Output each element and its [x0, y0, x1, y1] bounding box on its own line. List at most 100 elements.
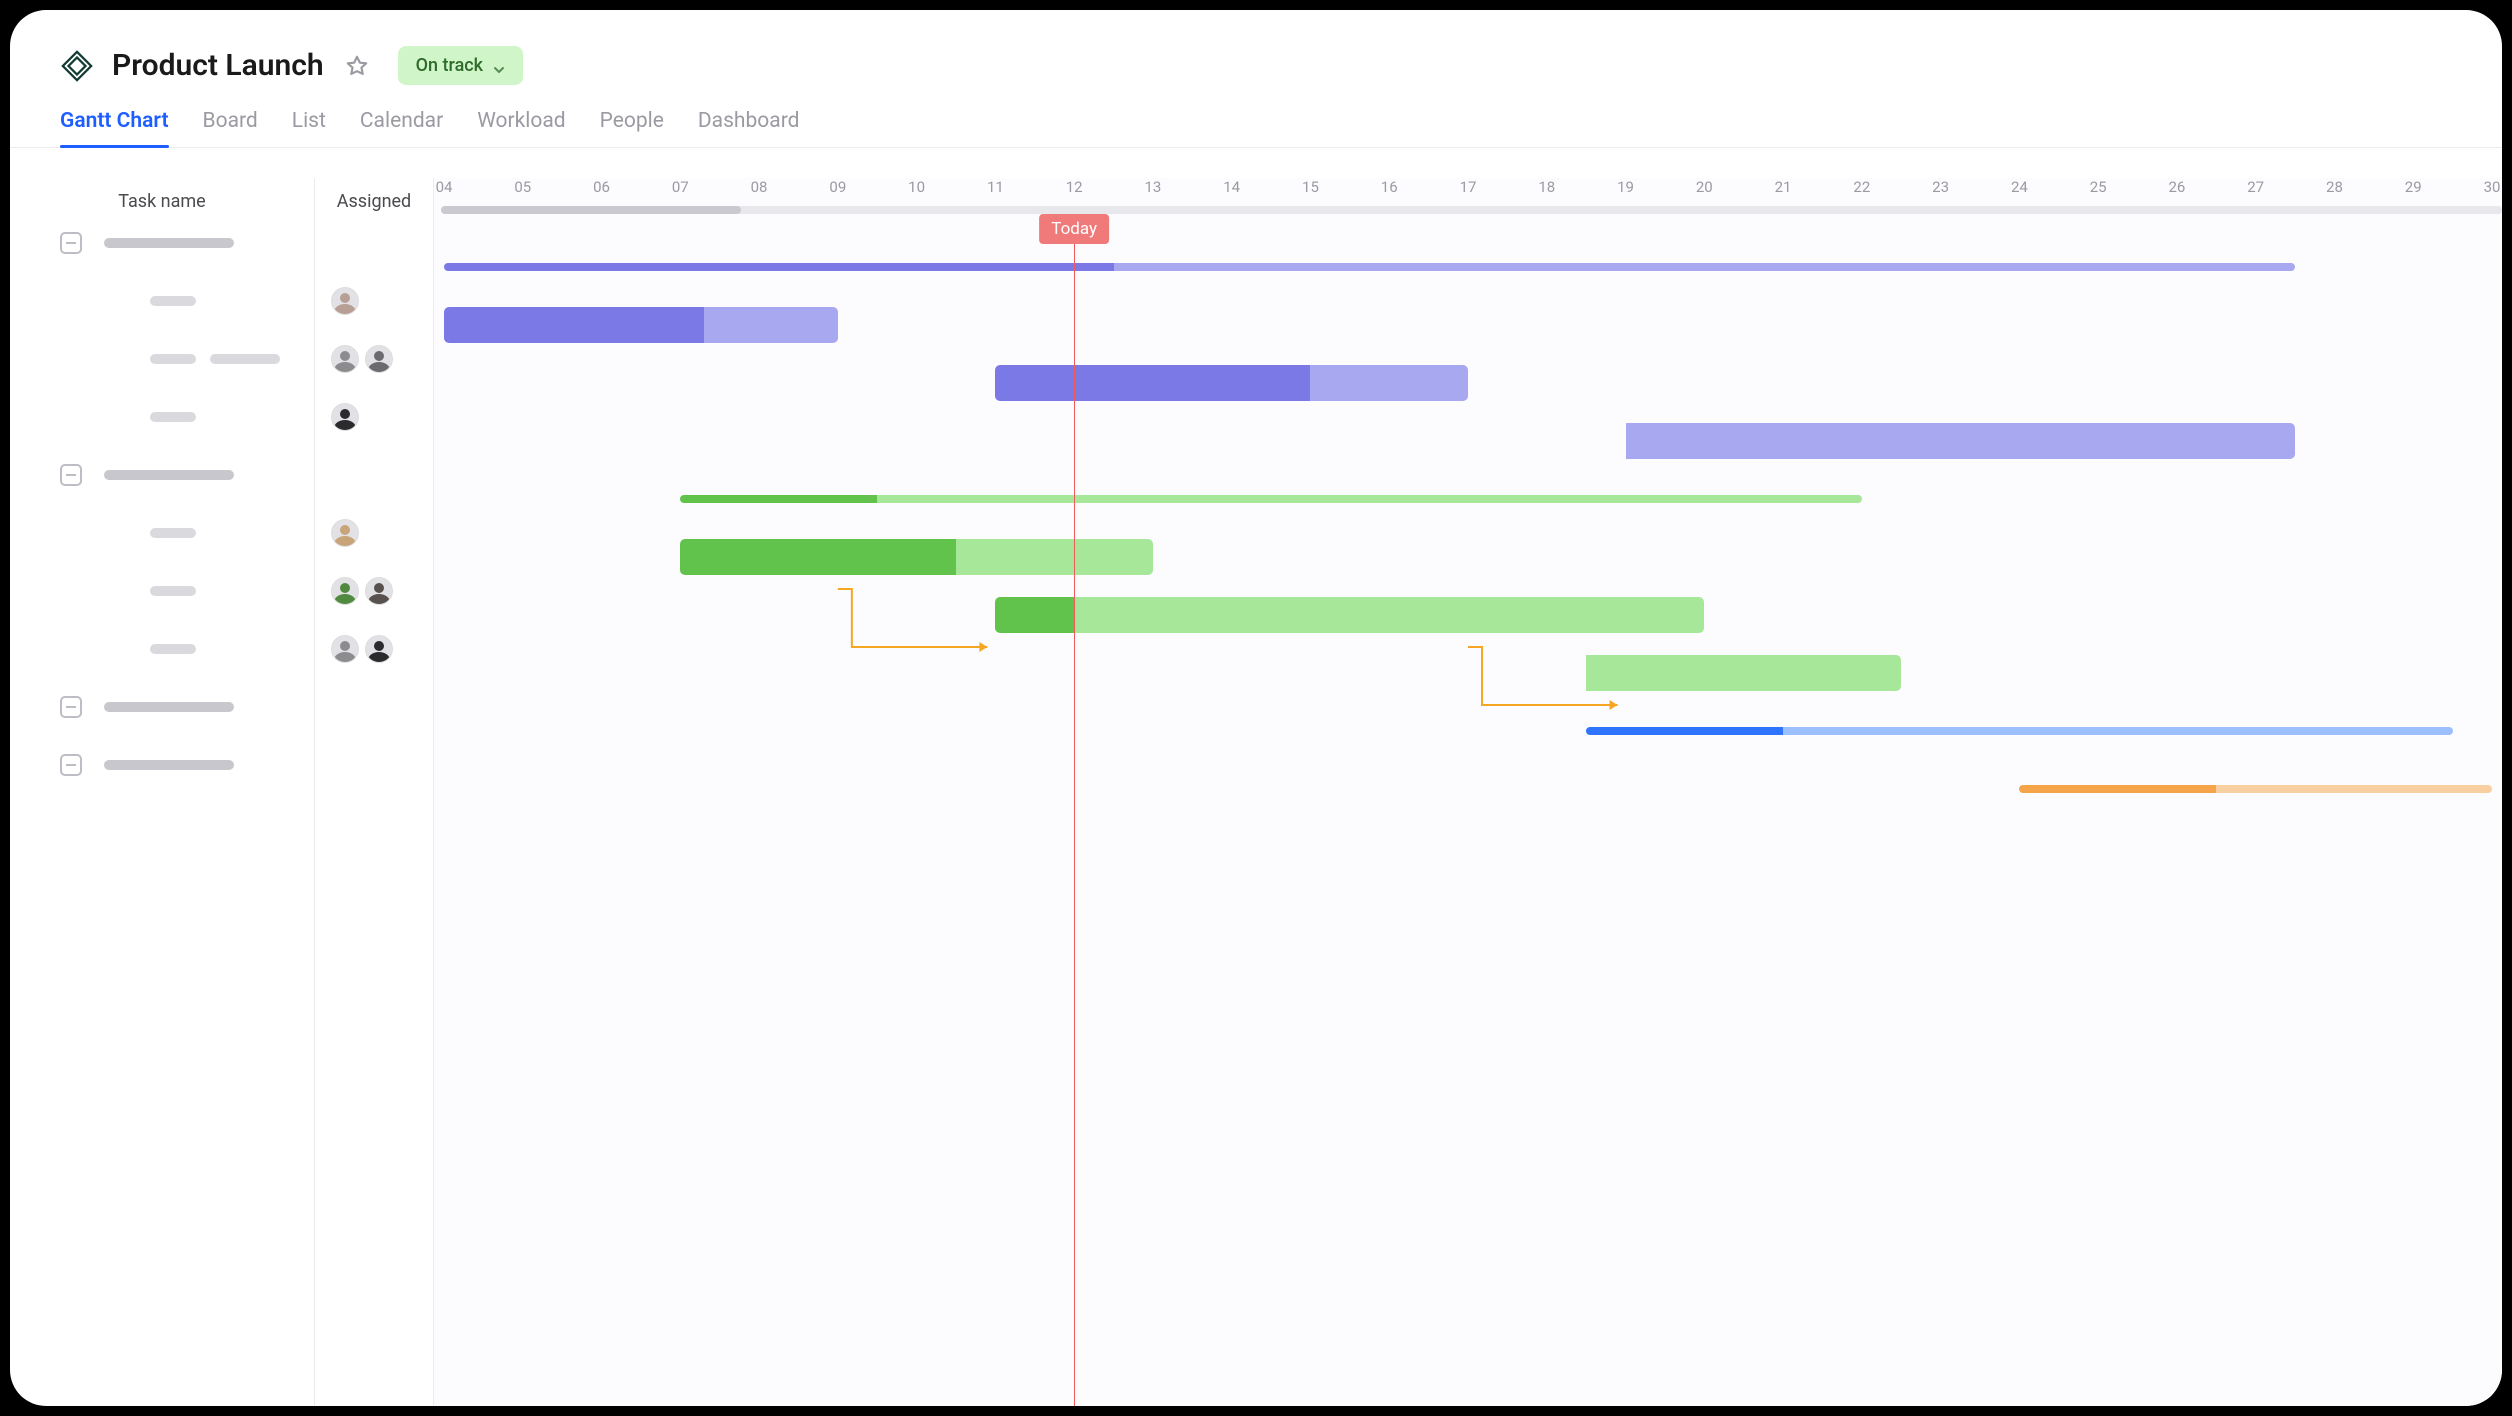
date-label: 07	[672, 178, 689, 198]
assigned-header: Assigned	[315, 178, 433, 214]
avatar[interactable]	[331, 287, 359, 315]
tab-gantt[interactable]: Gantt Chart	[60, 109, 169, 147]
task-row[interactable]	[10, 330, 314, 388]
avatar[interactable]	[331, 345, 359, 373]
timeline-scrollbar-track[interactable]	[441, 206, 2502, 214]
bar-remaining	[1586, 655, 1901, 691]
task-row[interactable]	[10, 562, 314, 620]
date-label: 25	[2090, 178, 2107, 198]
task-name-header: Task name	[10, 178, 314, 214]
task-bar[interactable]	[1586, 655, 1901, 691]
date-label: 11	[987, 178, 1004, 198]
bar-remaining	[2216, 785, 2492, 793]
date-label: 23	[1932, 178, 1949, 198]
task-bar[interactable]	[444, 307, 838, 343]
date-label: 04	[436, 178, 453, 198]
bar-progress	[680, 495, 877, 503]
date-label: 12	[1066, 178, 1083, 198]
assignee-cell[interactable]	[315, 272, 433, 330]
task-name-placeholder	[210, 354, 280, 364]
status-label: On track	[416, 55, 483, 76]
assignee-cell[interactable]	[315, 620, 433, 678]
group-row[interactable]	[10, 446, 314, 504]
tab-people[interactable]: People	[600, 109, 664, 147]
avatar[interactable]	[331, 403, 359, 431]
task-name-placeholder	[150, 644, 196, 654]
summary-bar[interactable]	[2019, 785, 2492, 793]
task-bar[interactable]	[995, 597, 1704, 633]
chevron-down-icon	[493, 60, 505, 72]
collapse-toggle[interactable]	[60, 696, 82, 718]
task-row[interactable]	[10, 388, 314, 446]
task-bar[interactable]	[995, 365, 1468, 401]
app-window: Product Launch On track Gantt Chart Board…	[10, 10, 2502, 1406]
tab-calendar[interactable]: Calendar	[360, 109, 443, 147]
bar-remaining	[1626, 423, 2296, 459]
bar-progress	[444, 307, 704, 343]
project-logo-icon	[60, 49, 94, 83]
header: Product Launch On track	[10, 10, 2502, 85]
avatar[interactable]	[365, 345, 393, 373]
date-label: 10	[908, 178, 925, 198]
assignee-cell[interactable]	[315, 562, 433, 620]
task-bar[interactable]	[1626, 423, 2296, 459]
avatar[interactable]	[365, 577, 393, 605]
date-label: 09	[829, 178, 846, 198]
summary-bar[interactable]	[444, 263, 2295, 271]
assignee-cell[interactable]	[315, 388, 433, 446]
assignee-cell[interactable]	[315, 214, 433, 272]
avatar[interactable]	[331, 635, 359, 663]
avatar[interactable]	[331, 577, 359, 605]
date-label: 13	[1144, 178, 1161, 198]
task-name-placeholder	[150, 528, 196, 538]
gantt-chart-body	[434, 214, 2502, 1406]
task-bar[interactable]	[680, 539, 1153, 575]
task-row[interactable]	[10, 272, 314, 330]
assignee-cell[interactable]	[315, 446, 433, 504]
group-row[interactable]	[10, 214, 314, 272]
tab-dashboard[interactable]: Dashboard	[698, 109, 800, 147]
tab-workload[interactable]: Workload	[477, 109, 565, 147]
timeline-scrollbar-thumb[interactable]	[441, 206, 741, 214]
left-panel: Task name Assigned	[10, 178, 434, 1406]
bar-remaining	[1114, 263, 2296, 271]
avatar[interactable]	[365, 635, 393, 663]
collapse-toggle[interactable]	[60, 464, 82, 486]
group-row[interactable]	[10, 736, 314, 794]
group-row[interactable]	[10, 678, 314, 736]
assignee-cell[interactable]	[315, 330, 433, 388]
gantt-grid: Task name Assigned 040506070809101112131…	[10, 178, 2502, 1406]
tab-list[interactable]: List	[292, 109, 326, 147]
avatar[interactable]	[331, 519, 359, 547]
date-label: 29	[2405, 178, 2422, 198]
date-label: 05	[514, 178, 531, 198]
timeline-panel[interactable]: 0405060708091011121314151617181920212223…	[434, 178, 2502, 1406]
assignee-cell[interactable]	[315, 678, 433, 736]
bar-progress	[2019, 785, 2216, 793]
date-label: 15	[1302, 178, 1319, 198]
collapse-toggle[interactable]	[60, 232, 82, 254]
task-row[interactable]	[10, 620, 314, 678]
today-marker-line	[1074, 224, 1075, 1406]
date-label: 30	[2484, 178, 2501, 198]
date-label: 17	[1460, 178, 1477, 198]
date-label: 24	[2011, 178, 2028, 198]
collapse-toggle[interactable]	[60, 754, 82, 776]
summary-bar[interactable]	[680, 495, 1862, 503]
assignee-cell[interactable]	[315, 736, 433, 794]
today-marker-flag: Today	[1039, 214, 1109, 244]
status-dropdown[interactable]: On track	[398, 46, 523, 85]
task-row[interactable]	[10, 504, 314, 562]
summary-bar[interactable]	[1586, 727, 2452, 735]
assignee-cell[interactable]	[315, 504, 433, 562]
group-name-placeholder	[104, 470, 234, 480]
date-label: 16	[1381, 178, 1398, 198]
bar-progress	[444, 263, 1114, 271]
bar-progress	[1586, 727, 1783, 735]
favorite-star-button[interactable]	[342, 51, 372, 81]
tab-board[interactable]: Board	[203, 109, 258, 147]
group-name-placeholder	[104, 760, 234, 770]
bar-progress	[995, 365, 1310, 401]
project-title: Product Launch	[112, 48, 324, 83]
date-label: 21	[1775, 178, 1792, 198]
